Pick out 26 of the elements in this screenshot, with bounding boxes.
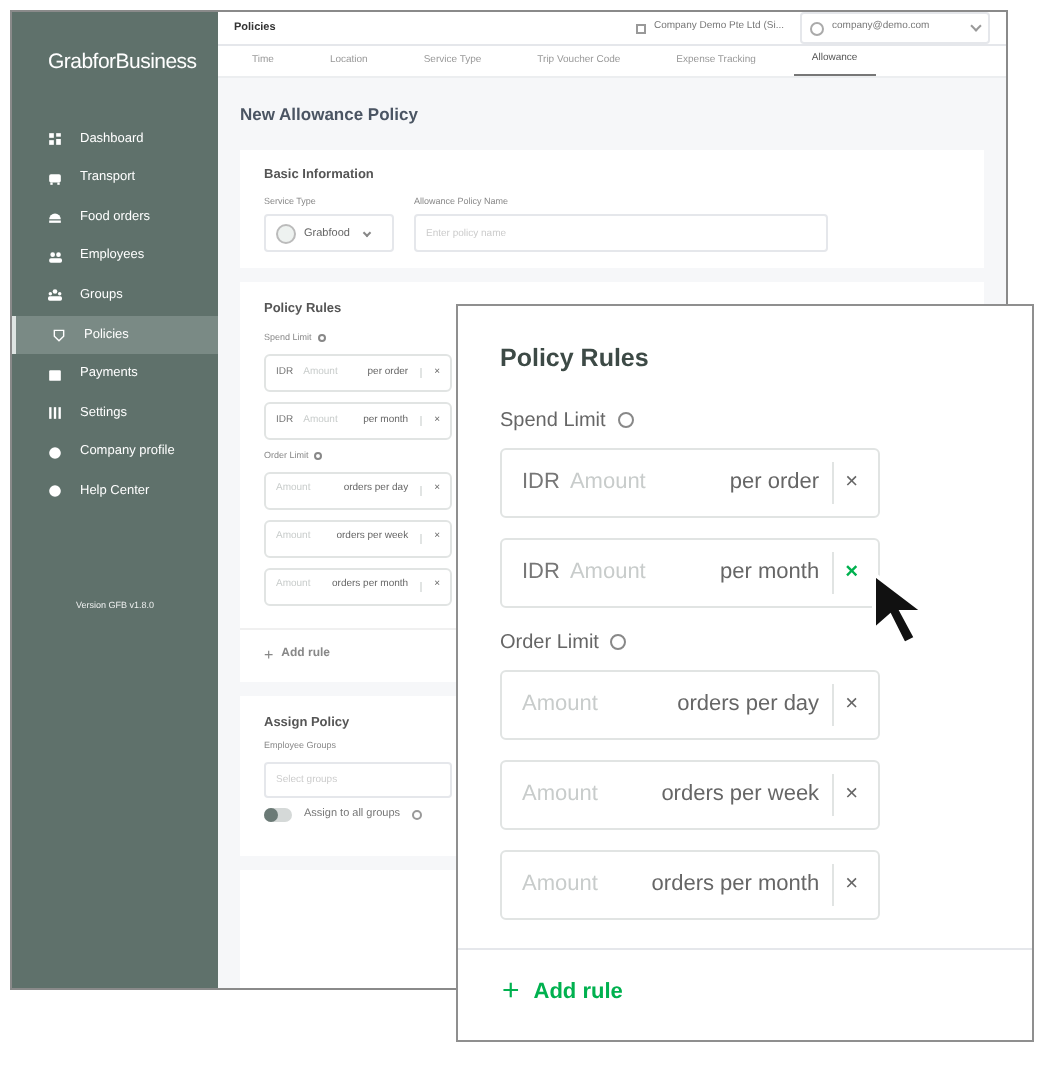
page-title: New Allowance Policy (240, 102, 420, 128)
bowl-icon (48, 210, 62, 225)
service-icon (276, 223, 296, 244)
logo: GrabforBusiness (46, 48, 199, 78)
info-icon (317, 334, 326, 343)
people-icon (48, 249, 62, 264)
grid-icon (48, 132, 62, 147)
field-label: Spend Limit (500, 407, 606, 436)
car-icon (48, 171, 62, 186)
remove-button[interactable]: × (833, 868, 858, 901)
remove-button[interactable]: × (833, 688, 858, 721)
caret-icon (970, 20, 982, 32)
shield-icon (52, 328, 66, 343)
avatar-icon (810, 21, 824, 35)
remove-button[interactable]: × (833, 466, 858, 499)
info-icon (314, 452, 323, 461)
remove-button[interactable]: × (833, 778, 858, 811)
info-icon (617, 412, 634, 429)
section-heading: Policy Rules (500, 342, 651, 376)
toggle-switch[interactable] (264, 807, 292, 822)
field-label: Order Limit (500, 629, 599, 658)
caret-icon (362, 228, 372, 237)
info-icon (610, 634, 627, 651)
info-icon (412, 809, 422, 820)
sliders-icon (48, 406, 62, 421)
group-icon (48, 288, 62, 303)
